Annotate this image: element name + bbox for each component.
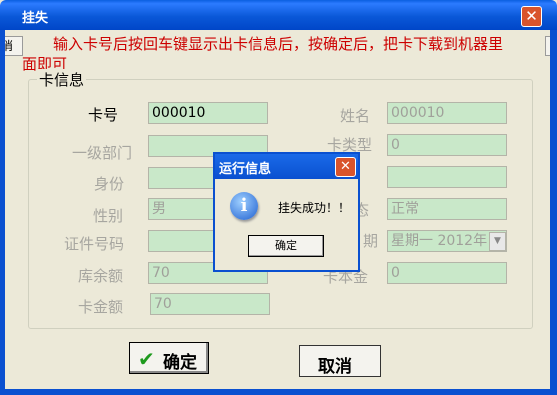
status-field[interactable]: 正常	[387, 198, 507, 220]
dialog-message: 挂失成功！！	[278, 201, 351, 215]
dialog-title: 运行信息	[219, 162, 272, 177]
card-amount-field[interactable]: 70	[150, 293, 270, 315]
window-frame-left	[0, 30, 5, 395]
card-principal-field[interactable]: 0	[387, 262, 507, 284]
label-department: 一级部门	[71, 144, 132, 162]
chevron-down-icon[interactable]: ▼	[489, 232, 506, 251]
title-bar[interactable]	[0, 0, 557, 30]
label-gender: 性别	[92, 207, 123, 225]
close-button[interactable]: ✕	[521, 6, 542, 27]
card-number-input[interactable]: 000010	[148, 102, 268, 124]
instruction-line-1: 输入卡号后按回车键显示出卡信息后，按确定后，把卡下载到机器里	[53, 35, 504, 53]
dialog-ok-button[interactable]: 确定	[248, 235, 324, 257]
label-card-amount: 卡金额	[77, 298, 123, 316]
label-identity: 身份	[93, 175, 124, 193]
window-title: 挂失	[22, 11, 49, 26]
card-type-field[interactable]: 0	[387, 134, 507, 156]
window-frame-right	[550, 30, 557, 395]
window-frame-bottom	[0, 389, 557, 395]
label-id-number: 证件号码	[63, 235, 124, 253]
label-name: 姓名	[339, 107, 370, 125]
id-number-field[interactable]	[148, 230, 216, 252]
confirm-button-label: 确定	[163, 353, 197, 373]
card-info-group-title: 卡信息	[37, 69, 87, 90]
identity-field[interactable]	[148, 167, 216, 189]
checkmark-icon: ✔	[138, 347, 155, 371]
label-stored-balance: 库余额	[77, 267, 123, 285]
cancel-button-label: 取消	[318, 357, 352, 377]
right-field-3[interactable]	[387, 166, 507, 188]
label-card-number: 卡号	[87, 106, 118, 124]
gender-field[interactable]: 男	[148, 198, 216, 220]
name-field[interactable]: 000010	[387, 102, 507, 124]
dialog-close-button[interactable]: ✕	[335, 157, 356, 177]
info-icon: i	[230, 192, 258, 220]
